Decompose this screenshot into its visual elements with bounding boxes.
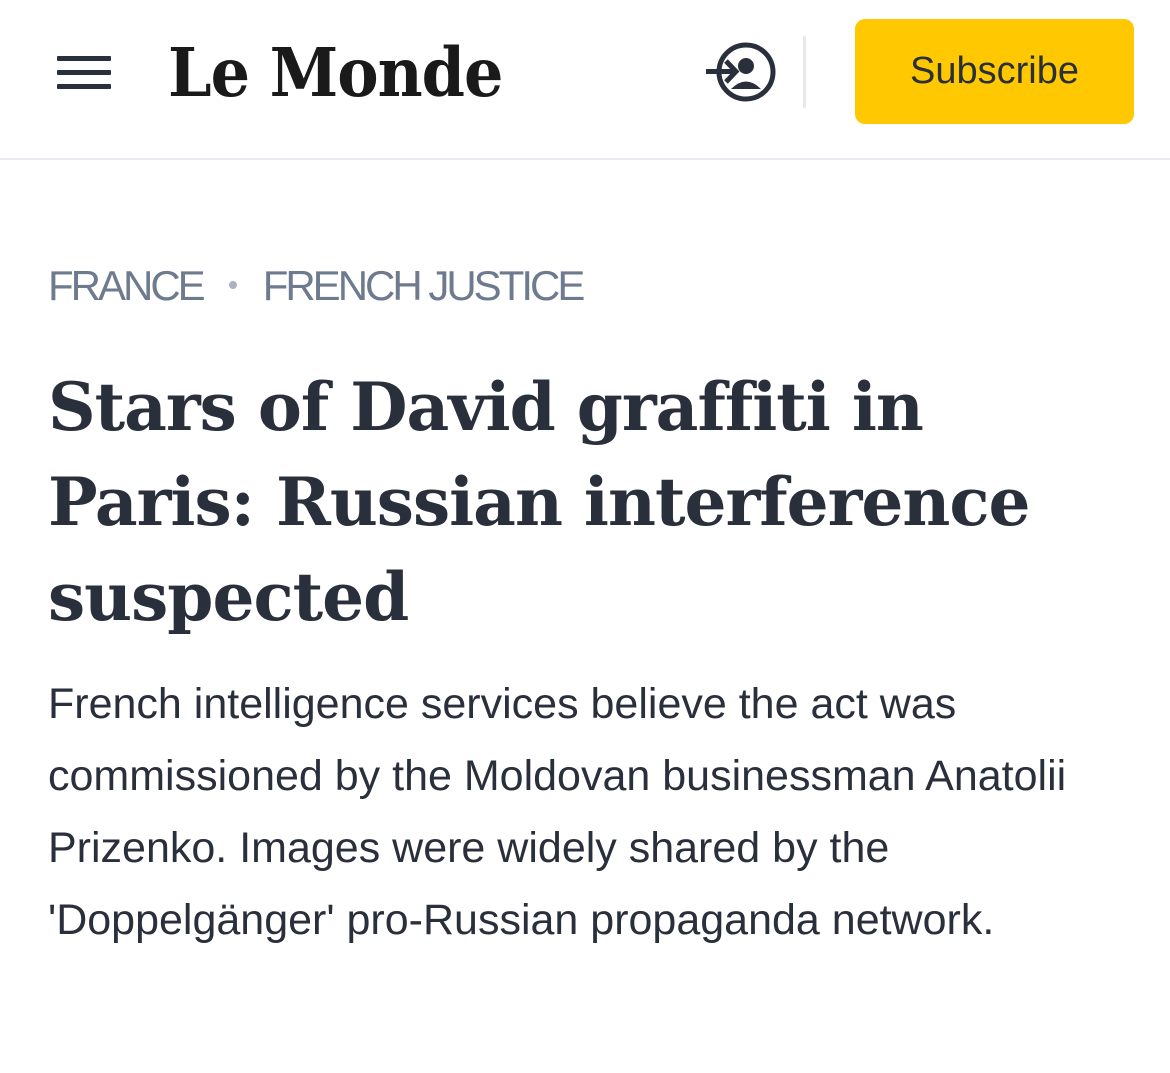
article-summary: French intelligence services believe the… xyxy=(48,680,1067,944)
subscribe-button[interactable]: Subscribe xyxy=(855,19,1134,124)
login-icon[interactable] xyxy=(700,36,780,108)
breadcrumb-separator xyxy=(228,280,237,289)
article-headline: Stars of David graffiti in Paris: Russia… xyxy=(48,368,1031,636)
breadcrumb-france[interactable]: FRANCE xyxy=(48,262,206,309)
breadcrumb: FRANCE FRENCH JUSTICE xyxy=(48,258,586,314)
site-header: Le Monde Subscribe xyxy=(0,0,1170,160)
site-logo[interactable]: Le Monde xyxy=(168,30,503,116)
menu-icon[interactable] xyxy=(52,48,116,96)
breadcrumb-french-justice[interactable]: FRENCH JUSTICE xyxy=(263,262,586,309)
header-divider xyxy=(803,36,806,108)
